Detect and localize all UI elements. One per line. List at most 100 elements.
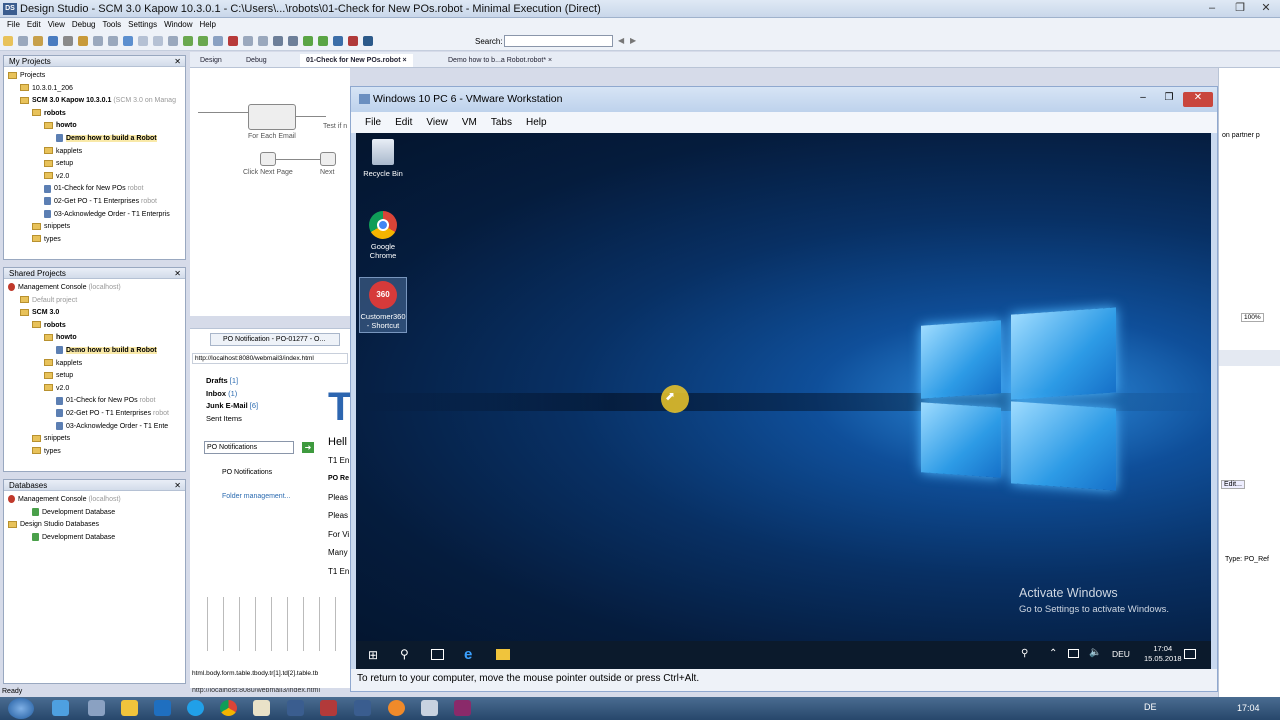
network-icon[interactable]	[1068, 649, 1079, 658]
tree-item[interactable]: Demo how to build a Robot	[4, 133, 185, 146]
tree-item[interactable]: howto	[4, 332, 185, 345]
search-input[interactable]	[504, 35, 613, 47]
search-icon[interactable]: ⚲	[400, 647, 409, 661]
folder-drafts[interactable]: Drafts [1]	[206, 375, 258, 388]
presentation-icon[interactable]	[320, 700, 337, 716]
tree-item[interactable]: 03-Acknowledge Order - T1 Enterpris	[4, 209, 185, 222]
next-node[interactable]	[320, 152, 336, 166]
tab-robot-01[interactable]: 01-Check for New POs.robot ×	[300, 54, 413, 67]
folder-management-link[interactable]: Folder management...	[222, 493, 290, 500]
step-into-icon[interactable]	[198, 36, 208, 46]
notifications-icon[interactable]	[1184, 649, 1196, 659]
chrome-icon[interactable]	[220, 700, 237, 716]
tree-item[interactable]: robots	[4, 108, 185, 121]
tree-item[interactable]: Default project	[4, 295, 185, 308]
redo-icon[interactable]	[108, 36, 118, 46]
menu-file[interactable]: File	[7, 18, 20, 32]
abort-icon[interactable]	[348, 36, 358, 46]
tree-item[interactable]: Development Database	[4, 507, 185, 520]
maximize-button[interactable]: ❐	[1226, 2, 1254, 16]
tree-item[interactable]: SCM 3.0 Kapow 10.3.0.1 (SCM 3.0 on Manag	[4, 95, 185, 108]
menu-help[interactable]: Help	[200, 18, 216, 32]
tree-item[interactable]: 01-Check for New POs robot	[4, 183, 185, 196]
tool-icon[interactable]	[454, 700, 471, 716]
delete-icon[interactable]	[168, 36, 178, 46]
tree-item[interactable]: kapplets	[4, 146, 185, 159]
outlook-icon[interactable]	[154, 700, 171, 716]
tab-design[interactable]: Design	[194, 54, 228, 67]
search-next-icon[interactable]: ▶	[630, 36, 636, 45]
tree-item[interactable]: Demo how to build a Robot	[4, 345, 185, 358]
html-tree-view[interactable]	[192, 597, 342, 651]
folder-icon[interactable]	[121, 700, 138, 716]
skype-icon[interactable]	[187, 700, 204, 716]
panel-close-icon[interactable]: ✕	[174, 56, 181, 67]
tree-item[interactable]: snippets	[4, 433, 185, 446]
copy-icon[interactable]	[138, 36, 148, 46]
edge-icon[interactable]: e	[464, 646, 472, 663]
zoom-level[interactable]: 100%	[1241, 313, 1264, 322]
tree-item[interactable]: 02-Get PO - T1 Enterprises robot	[4, 408, 185, 421]
language-indicator[interactable]: DEU	[1112, 649, 1130, 659]
tab-debug[interactable]: Debug	[240, 54, 273, 67]
edit-button[interactable]: Edit...	[1221, 480, 1245, 489]
run-icon[interactable]	[303, 36, 313, 46]
stop-icon[interactable]	[63, 36, 73, 46]
st-app-icon[interactable]	[253, 700, 270, 716]
ie-icon[interactable]	[52, 700, 69, 716]
stop-debug-icon[interactable]	[228, 36, 238, 46]
forward-icon[interactable]	[258, 36, 268, 46]
guest-desktop[interactable]: Recycle Bin Google Chrome 360 Customer36…	[356, 133, 1211, 641]
files-icon[interactable]	[421, 700, 438, 716]
cut-icon[interactable]	[123, 36, 133, 46]
file-explorer-icon[interactable]	[496, 649, 510, 660]
vmware-icon[interactable]	[388, 700, 405, 716]
design-studio-icon[interactable]	[287, 700, 304, 716]
folder-junk[interactable]: Junk E-Mail [6]	[206, 400, 258, 413]
vm-menu-help[interactable]: Help	[526, 112, 547, 133]
vm-menu-tabs[interactable]: Tabs	[491, 112, 512, 133]
tree-item[interactable]: types	[4, 234, 185, 247]
tree-item[interactable]: 10.3.0.1_206	[4, 83, 185, 96]
tree-item[interactable]: v2.0	[4, 171, 185, 184]
menu-window[interactable]: Window	[164, 18, 192, 32]
tree-item[interactable]: setup	[4, 370, 185, 383]
tree-item[interactable]: robots	[4, 320, 185, 333]
desktop-icon-chrome[interactable]: Google Chrome	[359, 211, 407, 260]
vm-menu-vm[interactable]: VM	[462, 112, 477, 133]
minimize-button[interactable]: –	[1198, 2, 1226, 16]
save-icon[interactable]	[18, 36, 28, 46]
step-icon[interactable]	[183, 36, 193, 46]
tree-item[interactable]: setup	[4, 158, 185, 171]
refresh-icon[interactable]	[48, 36, 58, 46]
frames-icon[interactable]	[288, 36, 298, 46]
media-icon[interactable]	[88, 700, 105, 716]
tree-item[interactable]: 02-Get PO - T1 Enterprises robot	[4, 196, 185, 209]
vm-menu-file[interactable]: File	[365, 112, 381, 133]
start-windows-icon[interactable]: ⊞	[368, 649, 380, 661]
close-button[interactable]: ✕	[1252, 2, 1280, 16]
volume-icon[interactable]: 🔈	[1089, 647, 1101, 658]
tree-item[interactable]: SCM 3.0	[4, 307, 185, 320]
menu-tools[interactable]: Tools	[102, 18, 121, 32]
po-folder-link[interactable]: PO Notifications	[222, 469, 272, 476]
clock[interactable]: 17:04 15.05.2018	[1144, 644, 1182, 664]
tree-item[interactable]: types	[4, 446, 185, 459]
host-clock[interactable]: 17:04	[1237, 703, 1260, 713]
vm-close-button[interactable]: ✕	[1183, 92, 1213, 107]
task-view-icon[interactable]	[431, 649, 444, 660]
globe-icon[interactable]	[333, 36, 343, 46]
menu-settings[interactable]: Settings	[128, 18, 157, 32]
vm-minimize-button[interactable]: –	[1131, 92, 1155, 107]
click-node[interactable]	[260, 152, 276, 166]
vm-maximize-button[interactable]: ❐	[1157, 92, 1181, 107]
tree-item[interactable]: Management Console (localhost)	[4, 282, 185, 295]
tree-item[interactable]: Design Studio Databases	[4, 519, 185, 532]
frame-icon[interactable]	[273, 36, 283, 46]
tab-demo-robot[interactable]: Demo how to b...a Robot.robot* ×	[442, 54, 558, 67]
tree-item[interactable]: kapplets	[4, 358, 185, 371]
folder-dropdown[interactable]: PO Notifications	[204, 441, 294, 454]
for-each-node[interactable]	[248, 104, 296, 130]
tree-item[interactable]: 01-Check for New POs robot	[4, 395, 185, 408]
run-all-icon[interactable]	[318, 36, 328, 46]
